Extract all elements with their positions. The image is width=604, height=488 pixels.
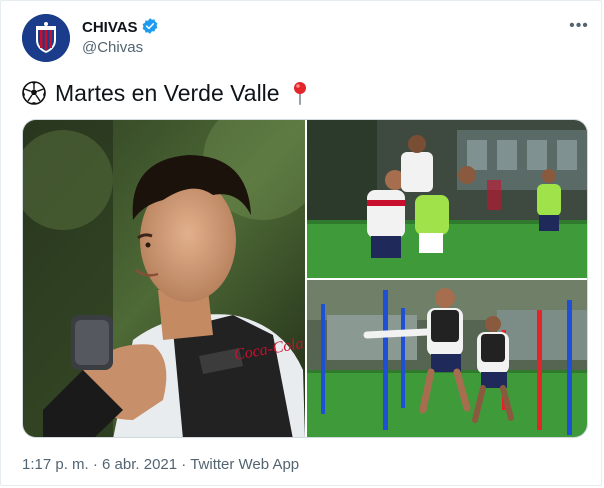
tweet-time[interactable]: 1:17 p. m. <box>22 456 89 473</box>
training-drill-image <box>307 120 587 278</box>
soccer-ball-icon <box>22 81 46 105</box>
tweet-source[interactable]: Twitter Web App <box>190 456 299 473</box>
tweet-date[interactable]: 6 abr. 2021 <box>102 456 177 473</box>
tweet-text-content: Martes en Verde Valle <box>55 80 280 106</box>
tweet-metadata: 1:17 p. m. · 6 abr. 2021 · Twitter Web A… <box>22 456 299 473</box>
avatar[interactable] <box>22 14 70 62</box>
photo-1[interactable]: Coca-Cola <box>23 120 305 437</box>
verified-badge-icon <box>142 18 158 34</box>
round-pushpin-icon <box>293 82 306 105</box>
user-handle[interactable]: @Chivas <box>82 39 143 56</box>
more-options-icon[interactable]: ••• <box>568 17 590 35</box>
photo-3[interactable] <box>307 280 587 437</box>
media-grid: Coca-Cola <box>22 119 588 438</box>
photo-2[interactable] <box>307 120 587 278</box>
chivas-crest-icon <box>22 14 70 62</box>
display-name[interactable]: CHIVAS <box>82 19 138 36</box>
player-closeup-image: Coca-Cola <box>23 120 305 437</box>
meta-separator: · <box>92 456 98 473</box>
running-drill-image <box>307 280 587 437</box>
tweet-card: CHIVAS @Chivas ••• Martes en Verde Valle <box>0 0 602 486</box>
tweet-text: Martes en Verde Valle <box>22 79 312 107</box>
meta-separator-2: · <box>181 456 187 473</box>
